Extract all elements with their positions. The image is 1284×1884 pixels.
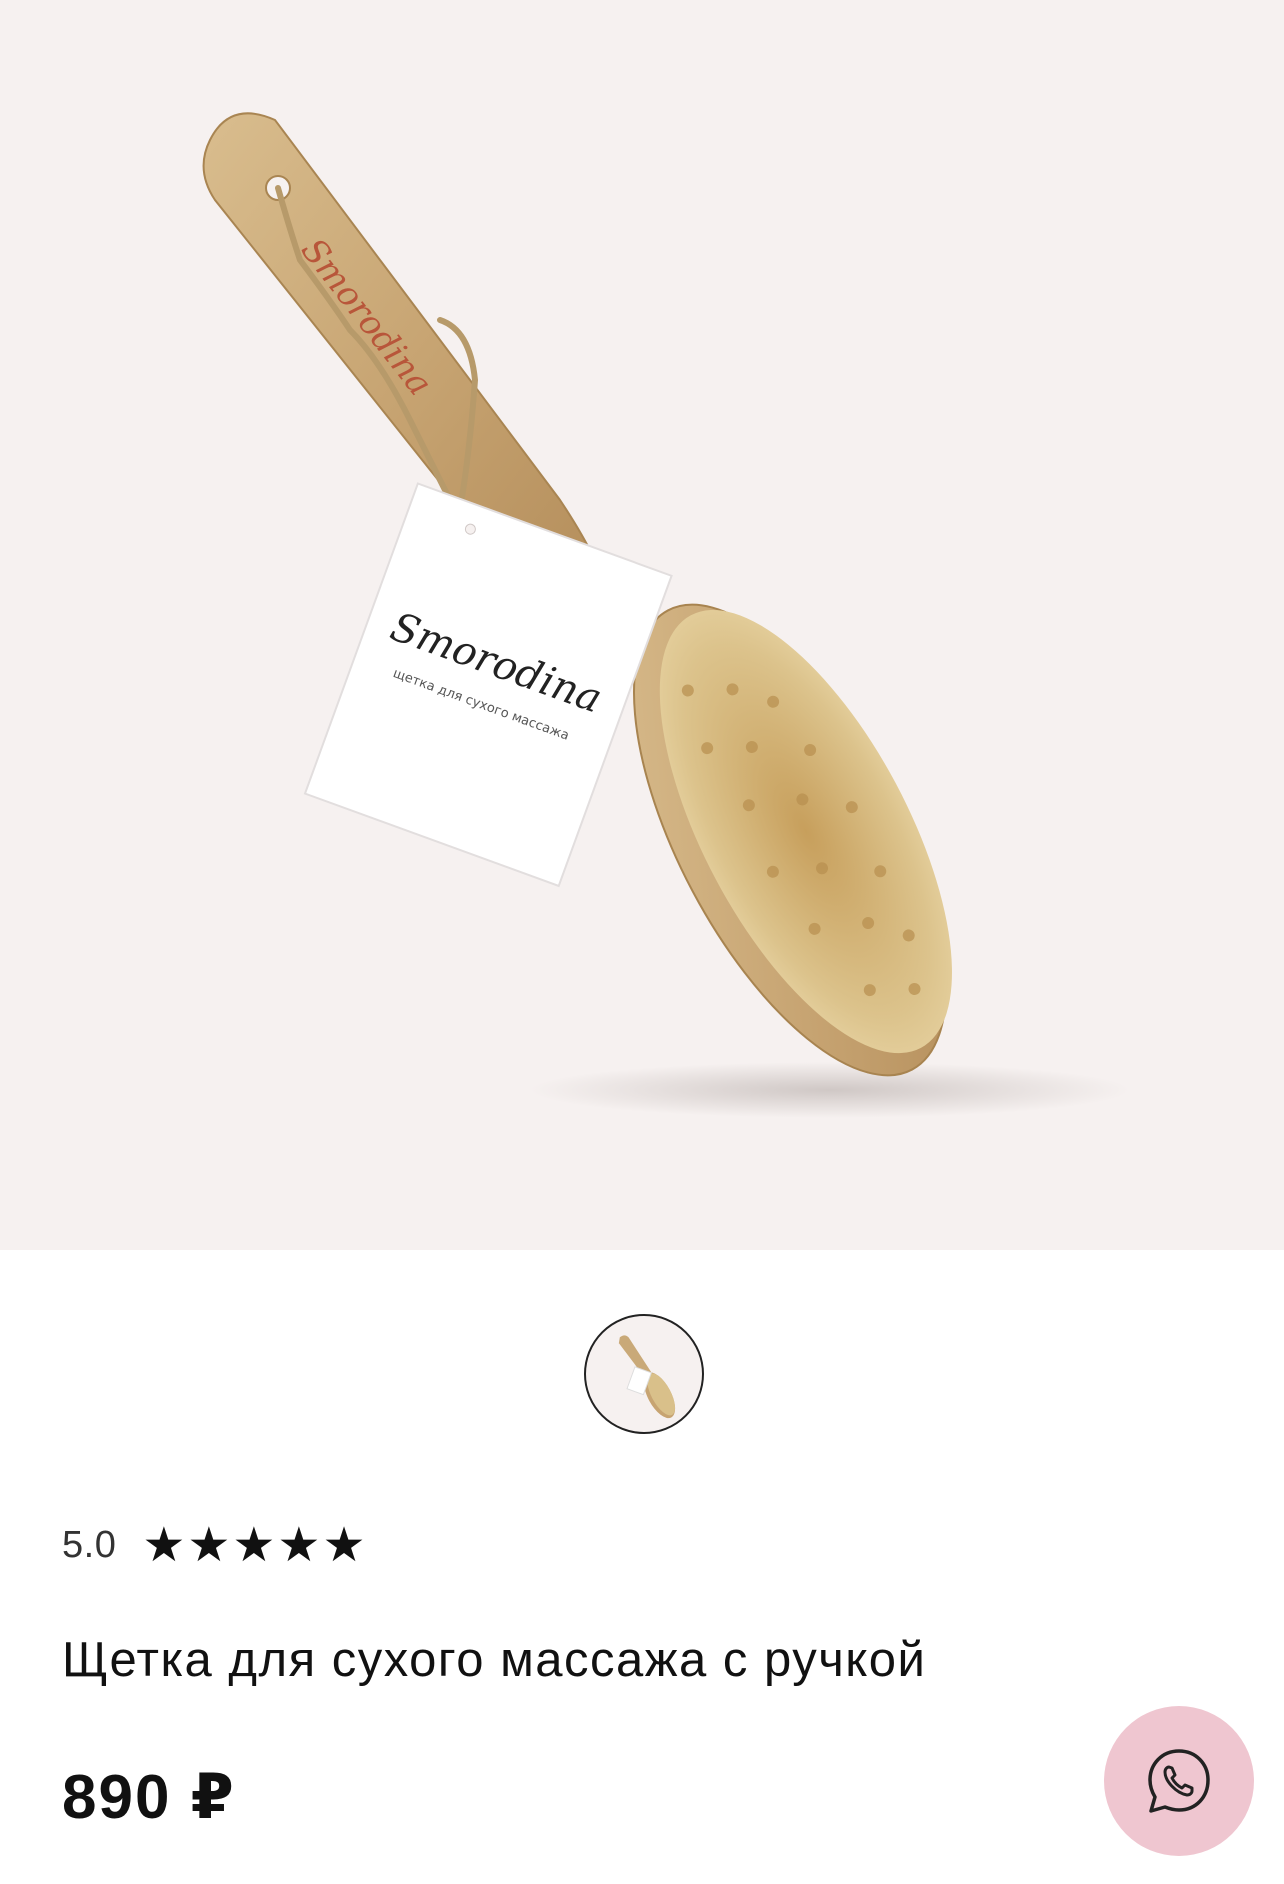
thumbnail-1[interactable] — [584, 1314, 704, 1434]
star-icon: ★ — [232, 1517, 276, 1573]
star-icon: ★ — [322, 1517, 366, 1573]
star-icon: ★ — [187, 1517, 231, 1573]
rating-stars: ★ ★ ★ ★ ★ — [142, 1521, 367, 1569]
whatsapp-chat-button[interactable] — [1104, 1706, 1254, 1856]
product-price: 890 ₽ — [62, 1763, 236, 1832]
thumbnail-strip — [0, 1250, 1284, 1450]
whatsapp-icon — [1148, 1749, 1210, 1813]
product-rating: 5.0 ★ ★ ★ ★ ★ — [62, 1520, 367, 1570]
thumbnail-brush-image — [618, 1335, 676, 1419]
product-title: Щетка для сухого массажа с ручкой — [62, 1633, 927, 1687]
rating-value: 5.0 — [62, 1523, 117, 1566]
star-icon: ★ — [142, 1517, 186, 1573]
star-icon: ★ — [277, 1517, 321, 1573]
product-main-image[interactable]: Smorodina Smorodina щетка для сухого мас… — [0, 0, 1284, 1250]
brush-illustration: Smorodina Smorodina щетка для сухого мас… — [202, 112, 1130, 1118]
